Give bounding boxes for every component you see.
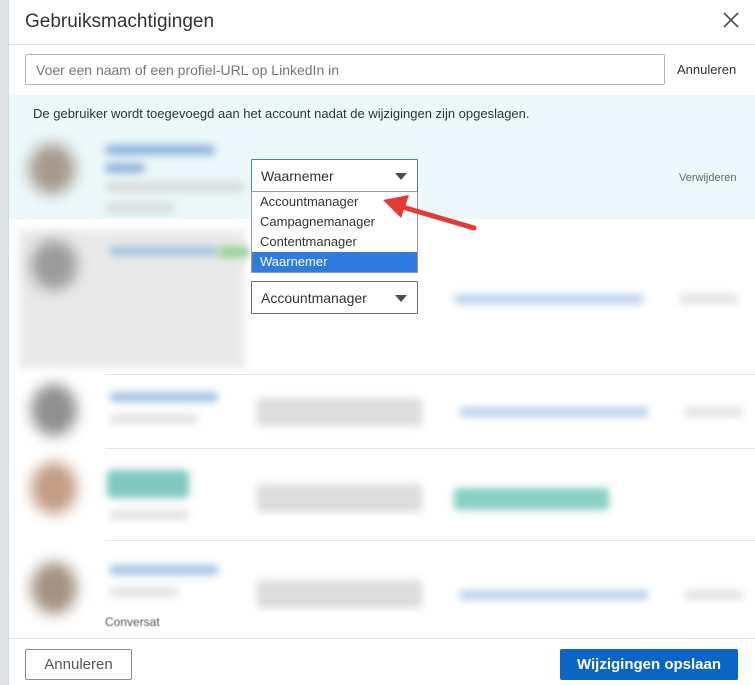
permissions-dialog: Gebruiksmachtigingen Annuleren De gebrui… bbox=[8, 0, 755, 685]
link-blurred bbox=[459, 590, 649, 600]
role-select-blurred bbox=[257, 580, 422, 608]
dialog-footer: Annuleren Wijzigingen opslaan bbox=[9, 638, 755, 685]
role-option-waarnemer[interactable]: Waarnemer bbox=[252, 252, 417, 272]
avatar bbox=[29, 144, 75, 194]
link-blurred bbox=[679, 294, 739, 304]
user-name-blurred bbox=[109, 565, 219, 575]
save-changes-button[interactable]: Wijzigingen opslaan bbox=[560, 649, 738, 680]
remove-user-link[interactable]: Verwijderen bbox=[679, 172, 736, 184]
link-blurred bbox=[684, 590, 744, 600]
user-name-blurred bbox=[109, 392, 219, 402]
user-name-blurred bbox=[105, 145, 215, 155]
chevron-down-icon bbox=[395, 173, 407, 180]
user-name-blurred bbox=[107, 470, 189, 498]
link-blurred bbox=[454, 488, 609, 510]
arrow-annotation-icon bbox=[383, 195, 477, 231]
close-icon[interactable] bbox=[720, 9, 742, 31]
status-blurred bbox=[219, 246, 249, 258]
user-detail-blurred bbox=[105, 182, 245, 192]
user-detail-blurred bbox=[109, 414, 199, 424]
role-select-blurred bbox=[257, 398, 422, 426]
role-select-blurred bbox=[257, 484, 422, 512]
user-detail-blurred bbox=[105, 203, 175, 213]
avatar bbox=[31, 562, 77, 614]
link-blurred bbox=[459, 407, 649, 417]
info-message: De gebruiker wordt toegevoegd aan het ac… bbox=[33, 106, 530, 121]
link-blurred bbox=[684, 407, 744, 417]
role-select-existing-user[interactable]: Accountmanager bbox=[251, 281, 418, 314]
chevron-down-icon bbox=[395, 295, 407, 302]
role-select-value: Waarnemer bbox=[261, 168, 334, 184]
avatar bbox=[31, 384, 77, 436]
user-name-blurred bbox=[109, 246, 219, 256]
row-divider bbox=[105, 448, 755, 449]
background-page-strip bbox=[0, 0, 8, 685]
search-input[interactable] bbox=[25, 54, 665, 85]
search-cancel-link[interactable]: Annuleren bbox=[677, 62, 736, 77]
dialog-title: Gebruiksmachtigingen bbox=[25, 11, 215, 32]
row-divider bbox=[105, 374, 755, 375]
avatar bbox=[31, 462, 77, 514]
row-divider bbox=[105, 540, 755, 541]
user-detail-blurred bbox=[109, 510, 189, 520]
avatar bbox=[31, 240, 77, 290]
dialog-header: Gebruiksmachtigingen bbox=[9, 0, 755, 45]
cancel-button[interactable]: Annuleren bbox=[25, 649, 132, 680]
partial-row-text: Conversat bbox=[105, 615, 160, 629]
search-row: Annuleren bbox=[9, 45, 755, 95]
role-select-value: Accountmanager bbox=[261, 290, 367, 306]
user-subtitle-blurred bbox=[105, 163, 145, 173]
user-detail-blurred bbox=[109, 587, 179, 597]
link-blurred bbox=[454, 294, 644, 304]
